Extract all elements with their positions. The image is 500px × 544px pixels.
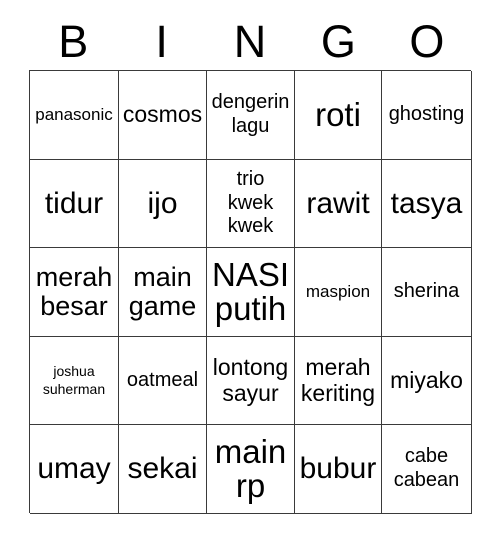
bingo-cell-label: bubur <box>299 452 377 486</box>
bingo-cell[interactable]: joshua suherman <box>30 337 119 425</box>
bingo-cell-label: cabe cabean <box>393 445 460 491</box>
bingo-cell-label: ghosting <box>388 103 465 126</box>
bingo-cell[interactable]: NASI putih <box>207 248 295 337</box>
bingo-cell[interactable]: dengerin lagu <box>207 71 295 160</box>
bingo-header-letter-b: B <box>58 16 89 67</box>
bingo-cell[interactable]: main rp <box>207 425 295 514</box>
bingo-cell[interactable]: merah keriting <box>295 337 382 425</box>
bingo-cell[interactable]: panasonic <box>30 71 119 160</box>
bingo-cell-label: dengerin lagu <box>211 91 290 137</box>
bingo-grid: panasonic cosmos dengerin lagu roti ghosting… <box>29 70 472 514</box>
bingo-cell-label: main rp <box>214 433 287 504</box>
bingo-header-row: B I N G O <box>29 14 471 70</box>
bingo-cell[interactable]: trio kwek kwek <box>207 160 295 248</box>
bingo-cell-label: sherina <box>393 280 460 303</box>
bingo-cell[interactable]: ijo <box>119 160 207 248</box>
bingo-cell-label: umay <box>37 452 111 486</box>
bingo-cell[interactable]: cabe cabean <box>382 425 472 514</box>
bingo-cell[interactable]: sherina <box>382 248 472 337</box>
bingo-header-letter-o: O <box>409 16 445 67</box>
bingo-cell-label: sekai <box>127 452 198 486</box>
bingo-cell-label: cosmos <box>122 101 203 128</box>
bingo-cell[interactable]: maspion <box>295 248 382 337</box>
bingo-cell[interactable]: roti <box>295 71 382 160</box>
bingo-header-letter-n: N <box>233 16 267 67</box>
bingo-cell[interactable]: main game <box>119 248 207 337</box>
bingo-cell-label: panasonic <box>35 105 113 125</box>
bingo-cell-label: merah keriting <box>300 354 376 406</box>
bingo-cell-label: roti <box>315 96 361 134</box>
bingo-cell-label: maspion <box>305 282 371 302</box>
bingo-cell[interactable]: ghosting <box>382 71 472 160</box>
bingo-cell-label: trio kwek kwek <box>227 168 274 238</box>
bingo-cell[interactable]: miyako <box>382 337 472 425</box>
bingo-cell[interactable]: merah besar <box>30 248 119 337</box>
bingo-cell[interactable]: rawit <box>295 160 382 248</box>
bingo-cell[interactable]: oatmeal <box>119 337 207 425</box>
bingo-cell[interactable]: bubur <box>295 425 382 514</box>
bingo-cell[interactable]: lontong sayur <box>207 337 295 425</box>
bingo-cell-label: oatmeal <box>126 368 199 391</box>
bingo-cell[interactable]: cosmos <box>119 71 207 160</box>
bingo-cell[interactable]: sekai <box>119 425 207 514</box>
bingo-card: B I N G O panasonic cosmos dengerin lagu ro… <box>0 0 500 544</box>
bingo-cell-label: lontong sayur <box>212 354 289 406</box>
bingo-cell-label: main game <box>128 262 197 321</box>
bingo-cell-label: tasya <box>390 186 463 220</box>
bingo-cell[interactable]: tasya <box>382 160 472 248</box>
bingo-header-letter-g: G <box>320 16 356 67</box>
bingo-cell-label: rawit <box>306 186 370 220</box>
bingo-cell[interactable]: tidur <box>30 160 119 248</box>
bingo-cell-label: miyako <box>390 366 463 393</box>
bingo-cell-label: tidur <box>44 186 104 220</box>
bingo-cell-label: NASI putih <box>211 256 290 327</box>
bingo-cell[interactable]: umay <box>30 425 119 514</box>
bingo-cell-label: joshua suherman <box>42 363 106 397</box>
bingo-cell-label: merah besar <box>35 262 113 321</box>
bingo-header-letter-i: I <box>155 16 168 67</box>
bingo-cell-label: ijo <box>147 186 178 220</box>
